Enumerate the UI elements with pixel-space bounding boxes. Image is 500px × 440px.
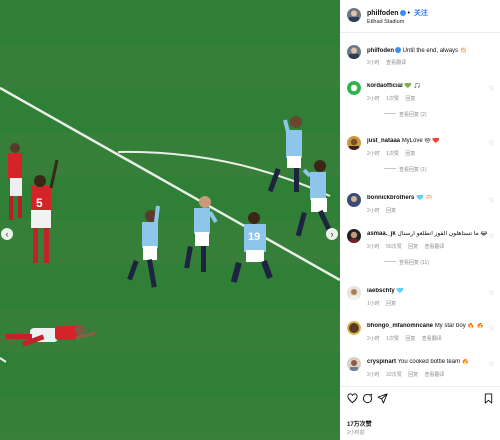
comment-text: 💚 🎵 bbox=[404, 83, 421, 89]
comment-text: ما تستاهلون الفوز انطلعو أرسنال 😂 bbox=[397, 231, 488, 237]
list-item: asmaa._jk ما تستاهلون الفوز انطلعو أرسنا… bbox=[340, 229, 500, 277]
comment-icon[interactable] bbox=[362, 393, 373, 407]
likes-count[interactable]: 17万次赞 bbox=[347, 419, 372, 428]
chevron-left-icon: ‹ bbox=[5, 228, 9, 239]
reply-button[interactable]: 回复 bbox=[405, 151, 415, 157]
comment-text: 🩵 🫶🏻 bbox=[416, 195, 433, 201]
share-icon[interactable] bbox=[377, 393, 388, 407]
bookmark-icon[interactable] bbox=[483, 393, 494, 407]
post-side-panel: philfoden • 关注 Etihad Stadium philfoden … bbox=[340, 0, 500, 440]
reply-button[interactable]: 回复 bbox=[386, 301, 396, 307]
comment-username[interactable]: asmaa._jk bbox=[367, 231, 396, 237]
avatar[interactable] bbox=[347, 81, 361, 95]
avatar[interactable] bbox=[347, 8, 361, 22]
comment-time: 2小时 bbox=[367, 336, 380, 342]
city-player-5 bbox=[295, 160, 331, 237]
reply-button[interactable]: 回复 bbox=[408, 244, 418, 250]
dot-separator: • bbox=[405, 10, 412, 17]
arsenal-player-lying bbox=[6, 325, 96, 347]
heart-icon[interactable]: ♡ bbox=[489, 290, 494, 297]
city-player-1 bbox=[127, 205, 160, 288]
comment-username[interactable]: just_nataaa bbox=[367, 138, 400, 144]
list-item: cryspinart You cooked bottle team 🔥 2小时 … bbox=[340, 357, 500, 385]
comment-time: 2小时 bbox=[367, 151, 380, 157]
translate-link[interactable]: 查看翻译 bbox=[422, 336, 442, 342]
avatar[interactable] bbox=[347, 45, 361, 59]
post-header: philfoden • 关注 Etihad Stadium bbox=[340, 0, 500, 33]
comment-time: 2小时 bbox=[367, 372, 380, 378]
heart-icon[interactable]: ♡ bbox=[489, 140, 494, 147]
comment-username[interactable]: cryspinart bbox=[367, 359, 396, 365]
username[interactable]: philfoden bbox=[367, 10, 399, 17]
location[interactable]: Etihad Stadium bbox=[367, 19, 404, 25]
arsenal-player-five: 5 bbox=[31, 159, 59, 263]
list-item: bonnickbrothers 🩵 🫶🏻 2小时 回复 ♡ bbox=[340, 193, 500, 221]
heart-icon[interactable]: ♡ bbox=[489, 325, 494, 332]
translate-link[interactable]: 查看翻译 bbox=[425, 244, 445, 250]
reply-button[interactable]: 回复 bbox=[408, 372, 418, 378]
comment-time: 2小时 bbox=[367, 208, 380, 214]
comment-text: You cooked bottle team 🔥 bbox=[397, 359, 470, 365]
svg-text:19: 19 bbox=[248, 231, 260, 243]
avatar[interactable] bbox=[347, 286, 361, 300]
caption: philfoden Until the end, always 👏🏻 2小时 查… bbox=[340, 45, 500, 75]
verified-badge-icon bbox=[395, 47, 401, 53]
avatar[interactable] bbox=[347, 321, 361, 335]
reply-button[interactable]: 回复 bbox=[405, 336, 415, 342]
avatar[interactable] bbox=[347, 229, 361, 243]
comment-username[interactable]: philfoden bbox=[367, 48, 394, 54]
comment-time: 2小时 bbox=[367, 60, 380, 66]
arsenal-player-left bbox=[8, 143, 22, 220]
comment-username[interactable]: iaebschty bbox=[367, 288, 395, 294]
comment-username[interactable]: bhongo_mfanomncane bbox=[367, 323, 433, 329]
comment-text: My star boy 🔥 🔥 bbox=[434, 323, 484, 329]
comment-text: 🩵 bbox=[396, 288, 404, 294]
list-item: bhongo_mfanomncane My star boy 🔥 🔥 2小时 1… bbox=[340, 321, 500, 349]
heart-icon[interactable]: ♡ bbox=[489, 85, 494, 92]
comment-username[interactable]: kordaofficial bbox=[367, 83, 403, 89]
comment-time: 2小时 bbox=[367, 244, 380, 250]
view-replies-button[interactable]: 查看回复 (11) bbox=[384, 259, 429, 266]
chevron-right-icon: › bbox=[330, 228, 334, 239]
translate-link[interactable]: 查看翻译 bbox=[425, 372, 445, 378]
view-replies-button[interactable]: 查看回复 (2) bbox=[384, 111, 427, 118]
post-photo[interactable]: 5 19 ‹ › bbox=[0, 0, 340, 440]
list-item: kordaofficial 💚 🎵 2小时 1次赞 回复 查看回复 (2) ♡ bbox=[340, 81, 500, 129]
city-player-4 bbox=[267, 116, 302, 193]
svg-text:5: 5 bbox=[36, 196, 43, 210]
heart-icon[interactable]: ♡ bbox=[489, 197, 494, 204]
pitch-line-corner bbox=[0, 357, 7, 363]
next-image-button[interactable]: › bbox=[326, 228, 338, 240]
action-bar: 17万次赞 2小时前 bbox=[340, 386, 500, 440]
list-item: just_nataaa MyLove 😻 ❤️ 2小时 1次赞 回复 查看回复 … bbox=[340, 136, 500, 184]
comment-text: Until the end, always 👏🏻 bbox=[402, 48, 468, 54]
heart-icon[interactable] bbox=[347, 393, 358, 407]
comment-likes[interactable]: 56次赞 bbox=[386, 244, 402, 250]
reply-button[interactable]: 回复 bbox=[386, 208, 396, 214]
avatar[interactable] bbox=[347, 193, 361, 207]
comment-likes[interactable]: 1次赞 bbox=[386, 336, 399, 342]
translate-link[interactable]: 查看翻译 bbox=[386, 60, 406, 66]
post-date: 2小时前 bbox=[347, 430, 365, 436]
heart-icon[interactable]: ♡ bbox=[489, 361, 494, 368]
comment-text: MyLove 😻 ❤️ bbox=[401, 138, 440, 144]
comment-username[interactable]: bonnickbrothers bbox=[367, 195, 414, 201]
comment-likes[interactable]: 32次赞 bbox=[386, 372, 402, 378]
avatar[interactable] bbox=[347, 136, 361, 150]
view-replies-button[interactable]: 查看回复 (1) bbox=[384, 166, 427, 173]
avatar[interactable] bbox=[347, 357, 361, 371]
previous-image-button[interactable]: ‹ bbox=[1, 228, 13, 240]
football-celebration-image: 5 19 bbox=[0, 86, 340, 363]
comment-time: 2小时 bbox=[367, 96, 380, 102]
comment-time: 1小时 bbox=[367, 301, 380, 307]
follow-button[interactable]: 关注 bbox=[414, 10, 428, 17]
reply-button[interactable]: 回复 bbox=[405, 96, 415, 102]
list-item: iaebschty 🩵 1小时 回复 ♡ bbox=[340, 286, 500, 314]
heart-icon[interactable]: ♡ bbox=[489, 233, 494, 240]
comment-likes[interactable]: 1次赞 bbox=[386, 96, 399, 102]
comment-likes[interactable]: 1次赞 bbox=[386, 151, 399, 157]
